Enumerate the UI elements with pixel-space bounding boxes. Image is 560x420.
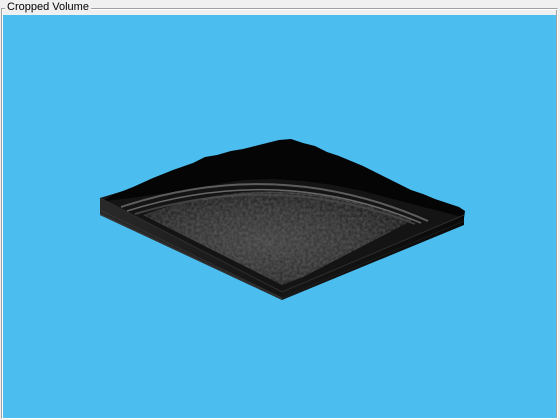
volume-panel: Cropped Volume bbox=[0, 0, 560, 420]
volume-canvas[interactable] bbox=[3, 15, 556, 418]
panel-title: Cropped Volume bbox=[5, 1, 91, 14]
volume-viewport[interactable] bbox=[3, 15, 556, 418]
